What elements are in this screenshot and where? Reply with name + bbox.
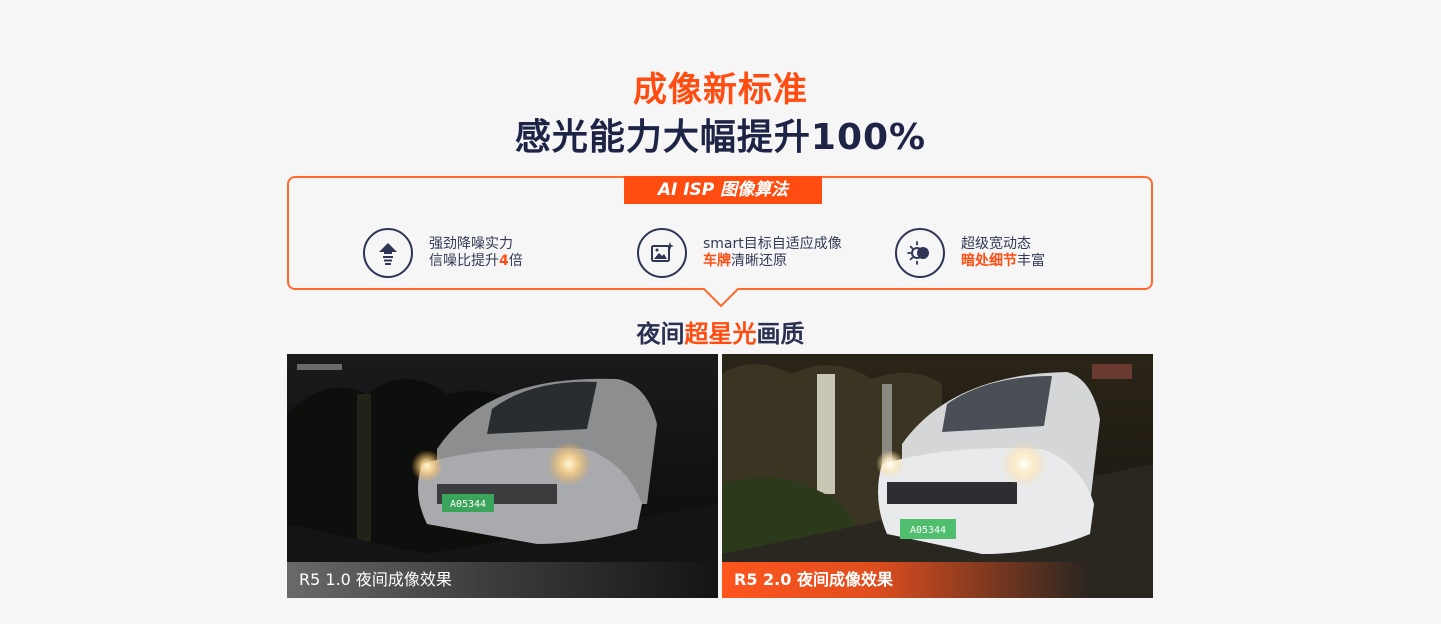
feature-line2: 车牌清晰还原 — [703, 253, 787, 269]
headline-primary: 成像新标准 — [633, 70, 808, 110]
feature-wide-dynamic-text: 超级宽动态 暗处细节丰富 — [961, 236, 1045, 270]
feature-line1: 超级宽动态 — [961, 236, 1031, 252]
night-quality-heading: 夜间超星光画质 — [636, 320, 805, 348]
caption-v2: R5 2.0 夜间成像效果 — [722, 562, 1153, 598]
caption-v1: R5 1.0 夜间成像效果 — [287, 562, 718, 598]
feature-line2: 暗处细节丰富 — [961, 253, 1045, 269]
algorithm-tab-label: AI ISP 图像算法 — [624, 176, 822, 204]
headline-secondary: 感光能力大幅提升100% — [514, 117, 927, 158]
wide-dynamic-range-icon — [895, 228, 945, 278]
page: 成像新标准 感光能力大幅提升100% AI ISP 图像算法 强劲降噪实力 信噪… — [0, 0, 1441, 624]
license-plate-text: A05344 — [450, 499, 486, 510]
feature-line1: 强劲降噪实力 — [429, 236, 513, 252]
feature-smart-imaging-text: smart目标自适应成像 车牌清晰还原 — [703, 236, 842, 270]
feature-line1: smart目标自适应成像 — [703, 236, 842, 252]
feature-noise-reduction-text: 强劲降噪实力 信噪比提升4倍 — [429, 236, 523, 270]
license-plate-text: A05344 — [910, 525, 946, 536]
night-photo-v2: A05344 R5 2.0 夜间成像效果 — [722, 354, 1153, 598]
feature-box: AI ISP 图像算法 强劲降噪实力 信噪比提升4倍 smart目标自适应成像 … — [287, 176, 1153, 290]
feature-wide-dynamic: 超级宽动态 暗处细节丰富 — [895, 228, 1045, 278]
feature-noise-reduction: 强劲降噪实力 信噪比提升4倍 — [363, 228, 523, 278]
box-pointer — [703, 288, 739, 308]
feature-line2: 信噪比提升4倍 — [429, 253, 523, 269]
image-sparkle-icon — [637, 228, 687, 278]
feature-smart-imaging: smart目标自适应成像 车牌清晰还原 — [637, 228, 842, 278]
night-photo-v1: A05344 R5 1.0 夜间成像效果 — [287, 354, 718, 598]
noise-reduction-arrow-icon — [363, 228, 413, 278]
